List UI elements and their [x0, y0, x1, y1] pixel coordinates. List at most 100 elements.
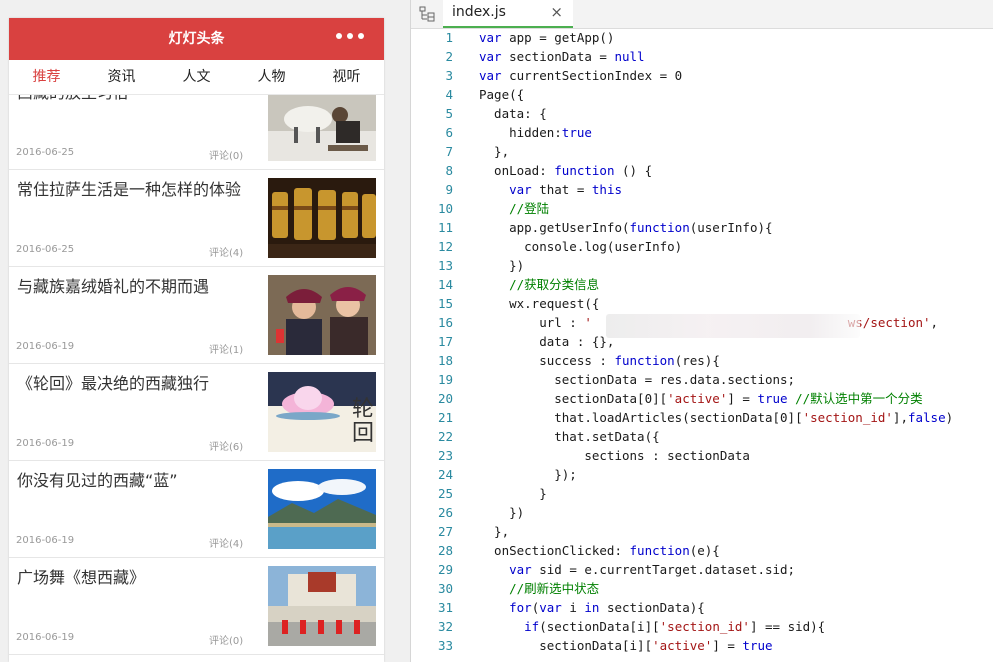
article-comment-count: 评论(1): [209, 345, 244, 356]
article-date: 2016-06-19: [16, 341, 75, 352]
article-date: 2016-06-25: [16, 244, 75, 255]
article-item[interactable]: 与藏族嘉绒婚礼的不期而遇 2016-06-19 评论(1): [9, 267, 384, 364]
line-number: 5: [445, 106, 453, 121]
article-comment-count: 评论(4): [209, 539, 244, 550]
code-line: 23 sections : sectionData: [411, 446, 993, 465]
article-date: 2016-06-19: [16, 535, 75, 546]
article-title: 广场舞《想西藏》: [17, 568, 146, 587]
line-number: 20: [437, 391, 453, 406]
code-line: 21 that.loadArticles(sectionData[0]['sec…: [411, 408, 993, 427]
line-number: 13: [437, 258, 453, 273]
tab-media[interactable]: 视听: [309, 60, 384, 94]
line-number: 11: [437, 220, 453, 235]
section-tabs: 推荐 资讯 人文 人物 视听: [9, 60, 384, 95]
line-number: 32: [437, 619, 453, 634]
code-line: 9 var that = this: [411, 180, 993, 199]
code-line: 5 data: {: [411, 104, 993, 123]
line-number: 29: [437, 562, 453, 577]
line-number: 25: [437, 486, 453, 501]
code-line: 4 Page({: [411, 85, 993, 104]
svg-text:回: 回: [352, 421, 374, 446]
more-dots-icon[interactable]: [336, 33, 364, 43]
code-text: var that = this: [509, 182, 623, 197]
tab-people[interactable]: 人物: [234, 60, 309, 94]
file-tree-icon[interactable]: [419, 6, 435, 22]
code-line: 12 console.log(userInfo): [411, 237, 993, 256]
line-number: 22: [437, 429, 453, 444]
article-date: 2016-06-25: [16, 147, 75, 158]
code-text: Page({: [479, 87, 525, 102]
tab-culture[interactable]: 人文: [159, 60, 234, 94]
code-text: onLoad: function () {: [479, 163, 653, 178]
code-text: data : {},: [479, 334, 615, 349]
article-date: 2016-06-19: [16, 438, 75, 449]
article-item[interactable]: 你没有见过的西藏“蓝” 2016-06-19 评论(4): [9, 461, 384, 558]
line-number: 19: [437, 372, 453, 387]
line-number: 21: [437, 410, 453, 425]
line-number: 24: [437, 467, 453, 482]
code-line: 15 wx.request({: [411, 294, 993, 313]
line-number: 1: [445, 30, 453, 45]
code-line: 22 that.setData({: [411, 427, 993, 446]
article-list: 西藏的放生习俗2016-06-25评论(0)常住拉萨生活是一种怎样的体验2016…: [9, 73, 384, 655]
code-text: that.setData({: [479, 429, 660, 444]
tab-recommend[interactable]: 推荐: [9, 60, 84, 94]
article-date: 2016-06-19: [16, 632, 75, 643]
code-text: success : function(res){: [479, 353, 720, 368]
code-line: 24 });: [411, 465, 993, 484]
article-item[interactable]: 常住拉萨生活是一种怎样的体验 2016-06-25 评论(4): [9, 170, 384, 267]
article-item[interactable]: 广场舞《想西藏》 2016-06-19 评论(0): [9, 558, 384, 655]
code-editor: index.js × 1 var app = getApp() 2 var secti…: [410, 0, 993, 662]
line-number: 17: [437, 334, 453, 349]
line-number: 7: [445, 144, 453, 159]
code-text: }: [479, 486, 547, 501]
line-number: 2: [445, 49, 453, 64]
editor-tab-bar: index.js ×: [411, 0, 993, 29]
code-line: 28 onSectionClicked: function(e){: [411, 541, 993, 560]
code-line: 8 onLoad: function () {: [411, 161, 993, 180]
line-number: 30: [437, 581, 453, 596]
line-number: 28: [437, 543, 453, 558]
nav-title: 灯灯头条: [168, 31, 225, 47]
tab-news[interactable]: 资讯: [84, 60, 159, 94]
code-text: for(var i in sectionData){: [509, 600, 705, 615]
line-number: 23: [437, 448, 453, 463]
article-comment-count: 评论(4): [209, 248, 244, 259]
article-thumbnail: [268, 178, 376, 258]
code-line: 10 //登陆: [411, 199, 993, 218]
article-comment-count: 评论(0): [209, 636, 244, 647]
article-title: 你没有见过的西藏“蓝”: [17, 471, 178, 490]
code-text: //刷新选中状态: [509, 581, 600, 596]
code-text: var sid = e.currentTarget.dataset.sid;: [509, 562, 796, 577]
code-text: sectionData[0]['active'] = true //默认选中第一…: [479, 391, 923, 406]
code-line: 20 sectionData[0]['active'] = true //默认选…: [411, 389, 993, 408]
svg-text:轮: 轮: [352, 397, 374, 422]
article-title: 《轮回》最决绝的西藏独行: [17, 374, 210, 393]
code-text: var app = getApp(): [479, 30, 615, 45]
line-number: 8: [445, 163, 453, 178]
line-number: 3: [445, 68, 453, 83]
code-text: },: [479, 144, 510, 159]
line-number: 27: [437, 524, 453, 539]
file-tab-index-js[interactable]: index.js ×: [443, 0, 573, 28]
article-thumbnail: [268, 469, 376, 549]
line-number: 26: [437, 505, 453, 520]
file-tab-label: index.js: [452, 4, 506, 20]
code-line: 6 hidden:true: [411, 123, 993, 142]
code-line: 11 app.getUserInfo(function(userInfo){: [411, 218, 993, 237]
line-number: 15: [437, 296, 453, 311]
code-text: console.log(userInfo): [479, 239, 683, 254]
code-line: 31 for(var i in sectionData){: [411, 598, 993, 617]
line-number: 33: [437, 638, 453, 653]
article-item[interactable]: 《轮回》最决绝的西藏独行 2016-06-19 评论(6) 轮回: [9, 364, 384, 461]
nav-bar: 灯灯头条: [9, 18, 384, 60]
code-line: 26 }): [411, 503, 993, 522]
code-area[interactable]: 1 var app = getApp() 2 var sectionData = nu…: [411, 28, 993, 655]
code-line: 1 var app = getApp(): [411, 28, 993, 47]
line-number: 12: [437, 239, 453, 254]
code-line: 2 var sectionData = null: [411, 47, 993, 66]
article-title: 与藏族嘉绒婚礼的不期而遇: [17, 277, 210, 296]
close-icon[interactable]: ×: [550, 3, 563, 21]
article-comment-count: 评论(6): [209, 442, 244, 453]
code-text: that.loadArticles(sectionData[0]['sectio…: [479, 410, 954, 425]
